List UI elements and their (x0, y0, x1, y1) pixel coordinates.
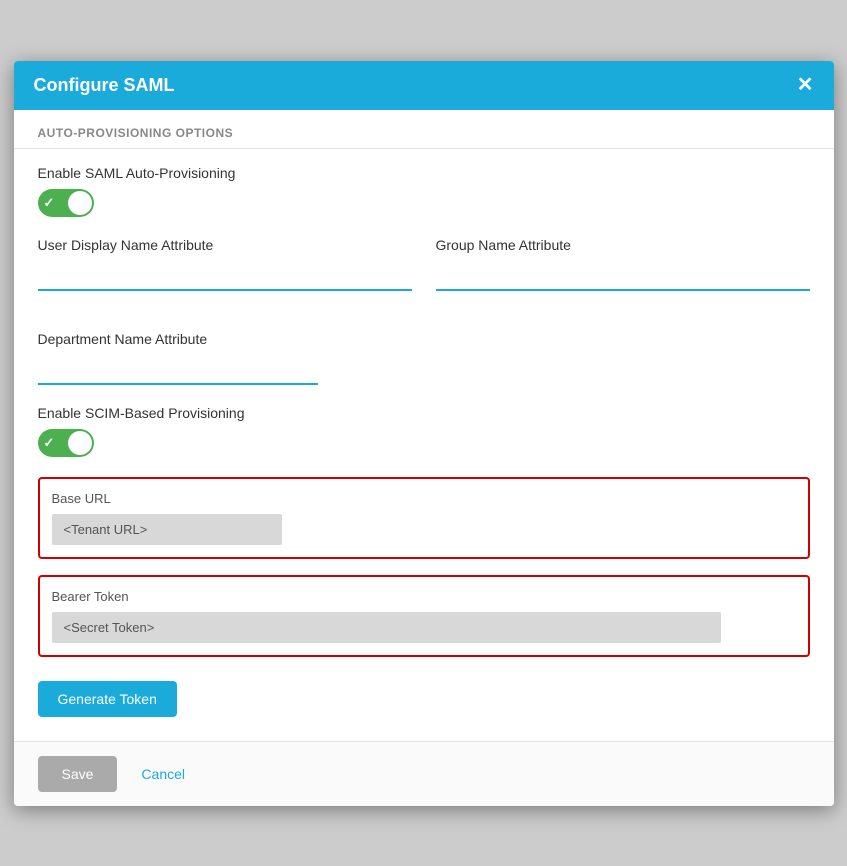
saml-toggle-track: ✓ (38, 189, 94, 217)
generate-token-button[interactable]: Generate Token (38, 681, 177, 717)
section-content: Enable SAML Auto-Provisioning ✓ User D (14, 149, 834, 741)
modal-header: Configure SAML ✕ (14, 61, 834, 110)
scim-toggle-check: ✓ (44, 435, 55, 451)
department-name-label: Department Name Attribute (38, 331, 810, 347)
department-name-input[interactable] (38, 355, 318, 385)
enable-saml-label: Enable SAML Auto-Provisioning (38, 165, 810, 181)
user-display-name-input[interactable] (38, 261, 412, 291)
enable-scim-group: Enable SCIM-Based Provisioning ✓ (38, 405, 810, 457)
two-col-group: User Display Name Attribute Group Name A… (38, 237, 810, 311)
toggle-saml-wrapper: ✓ (38, 189, 810, 217)
user-display-name-group: User Display Name Attribute (38, 237, 412, 291)
configure-saml-modal: Configure SAML ✕ AUTO-PROVISIONING OPTIO… (14, 61, 834, 806)
toggle-scim-wrapper: ✓ (38, 429, 810, 457)
bearer-token-box: Bearer Token <Secret Token> (38, 575, 810, 657)
modal-title: Configure SAML (34, 75, 175, 96)
department-name-group: Department Name Attribute (38, 331, 810, 385)
scim-toggle-track: ✓ (38, 429, 94, 457)
scim-toggle[interactable]: ✓ (38, 429, 94, 457)
user-display-name-label: User Display Name Attribute (38, 237, 412, 253)
modal-body: AUTO-PROVISIONING OPTIONS Enable SAML Au… (14, 110, 834, 741)
modal-overlay: Configure SAML ✕ AUTO-PROVISIONING OPTIO… (0, 0, 847, 866)
modal-footer: Save Cancel (14, 741, 834, 806)
enable-saml-group: Enable SAML Auto-Provisioning ✓ (38, 165, 810, 217)
bearer-token-value: <Secret Token> (52, 612, 722, 643)
cancel-button[interactable]: Cancel (141, 766, 185, 782)
close-button[interactable]: ✕ (797, 75, 814, 95)
base-url-label: Base URL (52, 491, 796, 506)
saml-toggle[interactable]: ✓ (38, 189, 94, 217)
group-name-label: Group Name Attribute (436, 237, 810, 253)
saml-toggle-check: ✓ (44, 195, 55, 211)
save-button[interactable]: Save (38, 756, 118, 792)
base-url-box: Base URL <Tenant URL> (38, 477, 810, 559)
group-name-input[interactable] (436, 261, 810, 291)
scim-toggle-thumb (68, 431, 92, 455)
group-name-group: Group Name Attribute (436, 237, 810, 291)
auto-provisioning-header: AUTO-PROVISIONING OPTIONS (14, 110, 834, 149)
base-url-value: <Tenant URL> (52, 514, 282, 545)
bearer-token-label: Bearer Token (52, 589, 796, 604)
saml-toggle-thumb (68, 191, 92, 215)
enable-scim-label: Enable SCIM-Based Provisioning (38, 405, 810, 421)
